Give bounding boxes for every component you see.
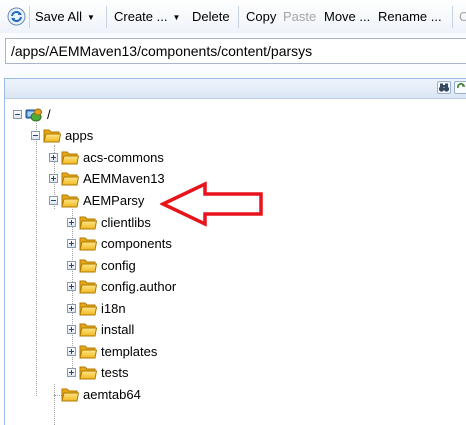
- tree-header: [5, 79, 466, 99]
- folder-icon: [43, 127, 61, 144]
- chevron-down-icon[interactable]: ▼: [87, 13, 95, 22]
- expand-icon[interactable]: [67, 282, 76, 291]
- refresh-icon[interactable]: [7, 7, 26, 26]
- tree-node-label: config: [101, 258, 136, 273]
- folder-icon: [79, 257, 97, 274]
- tree-connector: [36, 123, 37, 396]
- expand-icon[interactable]: [67, 304, 76, 313]
- tree-node-label: apps: [65, 128, 94, 143]
- annotation-arrow-icon: [160, 181, 263, 227]
- path-input[interactable]: /apps/AEMMaven13/components/content/pars…: [5, 38, 466, 64]
- collapse-icon[interactable]: [31, 131, 40, 140]
- binoculars-icon[interactable]: [437, 81, 451, 94]
- tree-node-label: aemtab64: [83, 387, 141, 402]
- toolbar-separator: [29, 6, 30, 28]
- toolbar-separator: [238, 6, 239, 28]
- folder-icon: [79, 321, 97, 338]
- refresh-tree-icon[interactable]: [454, 81, 466, 94]
- folder-icon: [79, 343, 97, 360]
- create-button[interactable]: Create ... ▼: [114, 8, 180, 26]
- paste-button[interactable]: Paste: [283, 8, 316, 26]
- tree-node-label: components: [101, 236, 172, 251]
- expand-icon[interactable]: [49, 174, 58, 183]
- folder-icon: [61, 192, 79, 209]
- cut-off-toolbar-button[interactable]: C: [459, 8, 466, 26]
- expand-icon[interactable]: [49, 153, 58, 162]
- folder-icon: [61, 170, 79, 187]
- toolbar-separator: [106, 6, 107, 28]
- expand-icon[interactable]: [67, 239, 76, 248]
- folder-icon: [61, 386, 79, 403]
- tree-node-label: AEMParsy: [83, 193, 145, 208]
- toolbar: Save All ▼ Create ... ▼ Delete Copy Paste …: [0, 0, 466, 34]
- expand-icon[interactable]: [67, 368, 76, 377]
- expand-icon[interactable]: [67, 261, 76, 270]
- toolbar-separator: [452, 6, 453, 28]
- path-bar: /apps/AEMMaven13/components/content/pars…: [0, 33, 466, 78]
- chevron-down-icon[interactable]: ▼: [172, 13, 180, 22]
- folder-icon: [61, 149, 79, 166]
- expand-icon[interactable]: [67, 347, 76, 356]
- copy-button[interactable]: Copy: [246, 8, 276, 26]
- repository-root-icon: [25, 108, 42, 122]
- tree-connector: [54, 384, 55, 425]
- folder-icon: [79, 235, 97, 252]
- delete-button[interactable]: Delete: [192, 8, 230, 26]
- tree-node-label: i18n: [101, 301, 126, 316]
- tree-node-label: acs-commons: [83, 150, 164, 165]
- tree-node-label: install: [101, 322, 135, 337]
- repository-tree: / apps acs-commons AEMMaven13 AEMParsy c…: [4, 78, 466, 425]
- tree-node-label: /: [47, 107, 51, 122]
- collapse-icon[interactable]: [13, 110, 22, 119]
- tree-node-label: AEMMaven13: [83, 171, 165, 186]
- expand-icon[interactable]: [67, 325, 76, 334]
- move-button[interactable]: Move ...: [324, 8, 370, 26]
- folder-icon: [79, 364, 97, 381]
- folder-icon: [79, 300, 97, 317]
- tree-node-label: tests: [101, 365, 129, 380]
- create-label: Create ...: [114, 9, 168, 24]
- expand-icon[interactable]: [67, 218, 76, 227]
- folder-icon: [79, 214, 97, 231]
- tree-node-label: templates: [101, 344, 158, 359]
- folder-icon: [79, 278, 97, 295]
- tree-node-label: clientlibs: [101, 215, 151, 230]
- save-all-label: Save All: [35, 9, 82, 24]
- rename-button[interactable]: Rename ...: [378, 8, 442, 26]
- collapse-icon[interactable]: [49, 196, 58, 205]
- save-all-button[interactable]: Save All ▼: [35, 8, 95, 26]
- tree-node-label: config.author: [101, 279, 177, 294]
